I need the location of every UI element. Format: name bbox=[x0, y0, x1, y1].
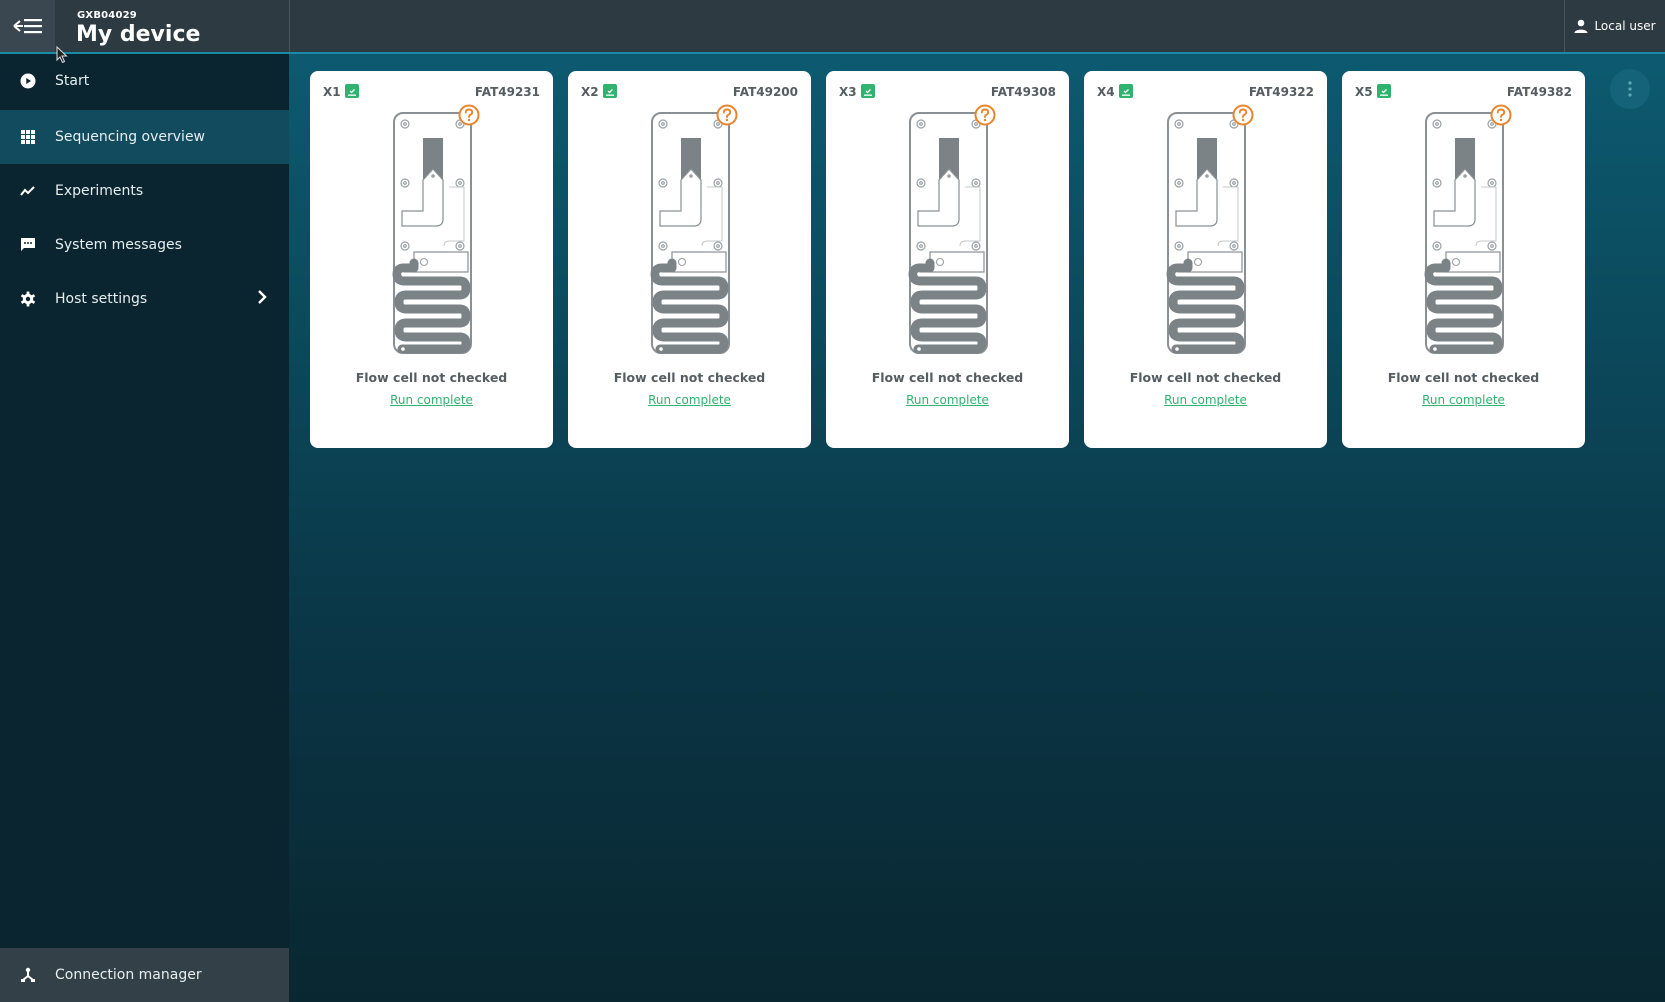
position-label: X2 bbox=[581, 85, 599, 99]
user-label: Local user bbox=[1594, 19, 1656, 33]
flow-cell-card[interactable]: X3 FAT49308 Flow cell not checked Run co… bbox=[826, 71, 1069, 448]
user-icon bbox=[1574, 19, 1588, 33]
flow-cell-card[interactable]: X1 FAT49231 Flow cell not checked Run co… bbox=[310, 71, 553, 448]
position-label: X5 bbox=[1355, 85, 1373, 99]
position-label: X1 bbox=[323, 85, 341, 99]
flow-cell-status: Flow cell not checked bbox=[1387, 370, 1540, 385]
app-header: GXB04029 My device Local user bbox=[0, 0, 1665, 54]
sidebar-item-start[interactable]: Start bbox=[0, 54, 289, 108]
header-divider bbox=[289, 0, 290, 52]
flow-cell-diagram-icon bbox=[392, 112, 472, 354]
run-complete-link[interactable]: Run complete bbox=[826, 393, 1069, 407]
run-complete-link[interactable]: Run complete bbox=[310, 393, 553, 407]
flow-cell-id: FAT49322 bbox=[1248, 85, 1314, 99]
sidebar-item-label: Sequencing overview bbox=[55, 129, 206, 145]
help-question-icon[interactable] bbox=[458, 104, 480, 126]
gear-icon bbox=[18, 289, 38, 309]
flow-cell-status: Flow cell not checked bbox=[1129, 370, 1282, 385]
flow-cell-diagram-icon bbox=[1166, 112, 1246, 354]
sidebar-item-system-messages[interactable]: System messages bbox=[0, 218, 289, 272]
flow-cell-card[interactable]: X2 FAT49200 Flow cell not checked Run co… bbox=[568, 71, 811, 448]
check-status-icon bbox=[861, 84, 875, 98]
check-status-icon bbox=[1119, 84, 1133, 98]
message-icon bbox=[18, 235, 38, 255]
menu-collapse-icon bbox=[12, 19, 42, 34]
more-vertical-icon bbox=[1628, 81, 1632, 97]
sequencing-overview-panel: X1 FAT49231 Flow cell not checked Run co… bbox=[289, 54, 1665, 1002]
flow-cell-status: Flow cell not checked bbox=[355, 370, 508, 385]
page-title: My device bbox=[76, 22, 201, 47]
trend-line-icon bbox=[18, 181, 38, 201]
sidebar-item-label: System messages bbox=[55, 237, 182, 253]
grid-icon bbox=[18, 127, 38, 147]
mouse-cursor-icon bbox=[56, 46, 68, 64]
run-complete-link[interactable]: Run complete bbox=[1084, 393, 1327, 407]
device-id: GXB04029 bbox=[77, 10, 137, 21]
flow-cell-status: Flow cell not checked bbox=[871, 370, 1024, 385]
sidebar: Start Sequencing overview Experiments Sy… bbox=[0, 54, 289, 1002]
sidebar-item-host-settings[interactable]: Host settings bbox=[0, 272, 289, 326]
flow-cell-card[interactable]: X5 FAT49382 Flow cell not checked Run co… bbox=[1342, 71, 1585, 448]
flow-cell-diagram-icon bbox=[1424, 112, 1504, 354]
flow-cell-status: Flow cell not checked bbox=[613, 370, 766, 385]
sidebar-item-connection-manager[interactable]: Connection manager bbox=[0, 948, 289, 1002]
network-icon bbox=[18, 965, 38, 985]
position-label: X3 bbox=[839, 85, 857, 99]
run-complete-link[interactable]: Run complete bbox=[568, 393, 811, 407]
sidebar-item-experiments[interactable]: Experiments bbox=[0, 164, 289, 218]
run-complete-link[interactable]: Run complete bbox=[1342, 393, 1585, 407]
help-question-icon[interactable] bbox=[1232, 104, 1254, 126]
sidebar-item-label: Experiments bbox=[55, 183, 144, 199]
flow-cell-diagram-icon bbox=[908, 112, 988, 354]
sidebar-item-label: Start bbox=[55, 73, 90, 89]
flow-cell-id: FAT49231 bbox=[474, 85, 540, 99]
chevron-right-icon bbox=[257, 289, 267, 309]
more-options-button[interactable] bbox=[1610, 69, 1650, 109]
collapse-menu-button[interactable] bbox=[0, 0, 55, 52]
flow-cell-id: FAT49382 bbox=[1506, 85, 1572, 99]
check-status-icon bbox=[345, 84, 359, 98]
flow-cell-card[interactable]: X4 FAT49322 Flow cell not checked Run co… bbox=[1084, 71, 1327, 448]
flow-cell-diagram-icon bbox=[650, 112, 730, 354]
sidebar-item-label: Connection manager bbox=[55, 967, 202, 983]
sidebar-item-label: Host settings bbox=[55, 291, 148, 307]
help-question-icon[interactable] bbox=[974, 104, 996, 126]
check-status-icon bbox=[1377, 84, 1391, 98]
help-question-icon[interactable] bbox=[716, 104, 738, 126]
play-circle-icon bbox=[18, 71, 38, 91]
position-label: X4 bbox=[1097, 85, 1115, 99]
check-status-icon bbox=[603, 84, 617, 98]
sidebar-item-sequencing-overview[interactable]: Sequencing overview bbox=[0, 110, 289, 164]
flow-cell-id: FAT49200 bbox=[732, 85, 798, 99]
flow-cell-id: FAT49308 bbox=[990, 85, 1056, 99]
help-question-icon[interactable] bbox=[1490, 104, 1512, 126]
user-menu[interactable]: Local user bbox=[1564, 0, 1665, 52]
